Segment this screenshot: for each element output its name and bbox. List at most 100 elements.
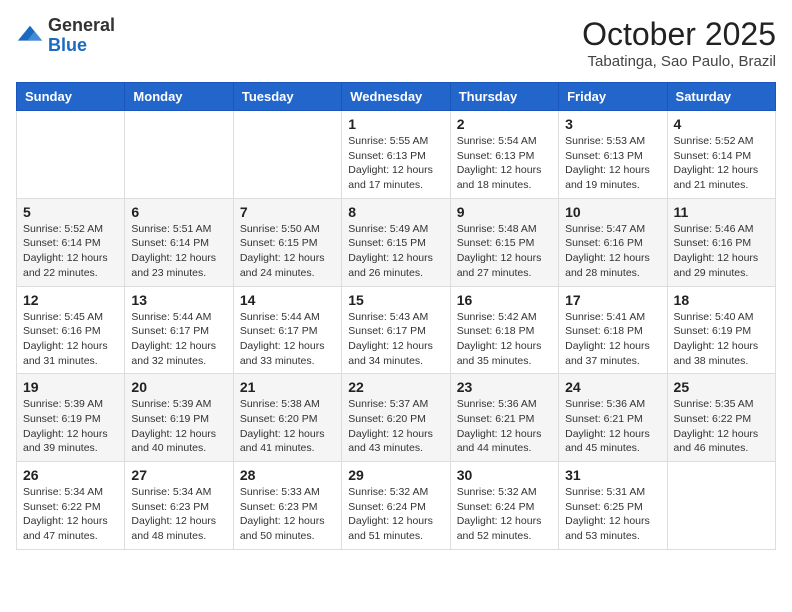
day-info: Sunrise: 5:46 AM Sunset: 6:16 PM Dayligh… xyxy=(674,222,769,281)
day-number: 6 xyxy=(131,204,226,220)
calendar-cell xyxy=(667,462,775,550)
day-number: 15 xyxy=(348,292,443,308)
day-info: Sunrise: 5:34 AM Sunset: 6:22 PM Dayligh… xyxy=(23,485,118,544)
day-number: 28 xyxy=(240,467,335,483)
day-info: Sunrise: 5:35 AM Sunset: 6:22 PM Dayligh… xyxy=(674,397,769,456)
calendar-cell: 29 Sunrise: 5:32 AM Sunset: 6:24 PM Dayli… xyxy=(342,462,450,550)
day-info: Sunrise: 5:32 AM Sunset: 6:24 PM Dayligh… xyxy=(457,485,552,544)
day-info: Sunrise: 5:36 AM Sunset: 6:21 PM Dayligh… xyxy=(565,397,660,456)
calendar-cell: 6 Sunrise: 5:51 AM Sunset: 6:14 PM Daylig… xyxy=(125,198,233,286)
calendar-cell: 8 Sunrise: 5:49 AM Sunset: 6:15 PM Daylig… xyxy=(342,198,450,286)
calendar-week-row: 19 Sunrise: 5:39 AM Sunset: 6:19 PM Dayli… xyxy=(17,374,776,462)
day-info: Sunrise: 5:39 AM Sunset: 6:19 PM Dayligh… xyxy=(23,397,118,456)
month-title: October 2025 xyxy=(582,16,776,53)
day-number: 2 xyxy=(457,116,552,132)
day-info: Sunrise: 5:52 AM Sunset: 6:14 PM Dayligh… xyxy=(674,134,769,193)
day-number: 1 xyxy=(348,116,443,132)
calendar-cell: 4 Sunrise: 5:52 AM Sunset: 6:14 PM Daylig… xyxy=(667,111,775,199)
day-info: Sunrise: 5:50 AM Sunset: 6:15 PM Dayligh… xyxy=(240,222,335,281)
weekday-header: Thursday xyxy=(450,83,558,111)
day-number: 27 xyxy=(131,467,226,483)
day-info: Sunrise: 5:44 AM Sunset: 6:17 PM Dayligh… xyxy=(240,310,335,369)
day-number: 24 xyxy=(565,379,660,395)
day-info: Sunrise: 5:33 AM Sunset: 6:23 PM Dayligh… xyxy=(240,485,335,544)
logo-general: General xyxy=(48,16,115,36)
logo: General Blue xyxy=(16,16,115,56)
day-number: 9 xyxy=(457,204,552,220)
day-info: Sunrise: 5:47 AM Sunset: 6:16 PM Dayligh… xyxy=(565,222,660,281)
calendar-cell: 31 Sunrise: 5:31 AM Sunset: 6:25 PM Dayli… xyxy=(559,462,667,550)
day-info: Sunrise: 5:52 AM Sunset: 6:14 PM Dayligh… xyxy=(23,222,118,281)
day-number: 30 xyxy=(457,467,552,483)
weekday-header: Monday xyxy=(125,83,233,111)
calendar-week-row: 26 Sunrise: 5:34 AM Sunset: 6:22 PM Dayli… xyxy=(17,462,776,550)
day-info: Sunrise: 5:43 AM Sunset: 6:17 PM Dayligh… xyxy=(348,310,443,369)
day-info: Sunrise: 5:36 AM Sunset: 6:21 PM Dayligh… xyxy=(457,397,552,456)
day-info: Sunrise: 5:32 AM Sunset: 6:24 PM Dayligh… xyxy=(348,485,443,544)
calendar-cell xyxy=(233,111,341,199)
day-info: Sunrise: 5:45 AM Sunset: 6:16 PM Dayligh… xyxy=(23,310,118,369)
day-number: 29 xyxy=(348,467,443,483)
day-info: Sunrise: 5:41 AM Sunset: 6:18 PM Dayligh… xyxy=(565,310,660,369)
day-number: 11 xyxy=(674,204,769,220)
day-info: Sunrise: 5:49 AM Sunset: 6:15 PM Dayligh… xyxy=(348,222,443,281)
calendar-cell xyxy=(17,111,125,199)
calendar-cell: 20 Sunrise: 5:39 AM Sunset: 6:19 PM Dayli… xyxy=(125,374,233,462)
day-number: 8 xyxy=(348,204,443,220)
calendar-cell: 23Sunrise: 5:36 AM Sunset: 6:21 PM Dayli… xyxy=(450,374,558,462)
calendar-cell: 25 Sunrise: 5:35 AM Sunset: 6:22 PM Dayli… xyxy=(667,374,775,462)
day-number: 26 xyxy=(23,467,118,483)
day-number: 16 xyxy=(457,292,552,308)
calendar-cell: 11 Sunrise: 5:46 AM Sunset: 6:16 PM Dayli… xyxy=(667,198,775,286)
calendar-cell: 28 Sunrise: 5:33 AM Sunset: 6:23 PM Dayli… xyxy=(233,462,341,550)
calendar-cell: 14Sunrise: 5:44 AM Sunset: 6:17 PM Dayli… xyxy=(233,286,341,374)
calendar-header-row: SundayMondayTuesdayWednesdayThursdayFrid… xyxy=(17,83,776,111)
logo-text: General Blue xyxy=(48,16,115,56)
logo-icon xyxy=(16,22,44,50)
calendar-week-row: 12Sunrise: 5:45 AM Sunset: 6:16 PM Dayli… xyxy=(17,286,776,374)
calendar-cell: 17 Sunrise: 5:41 AM Sunset: 6:18 PM Dayli… xyxy=(559,286,667,374)
day-info: Sunrise: 5:55 AM Sunset: 6:13 PM Dayligh… xyxy=(348,134,443,193)
day-info: Sunrise: 5:39 AM Sunset: 6:19 PM Dayligh… xyxy=(131,397,226,456)
calendar-table: SundayMondayTuesdayWednesdayThursdayFrid… xyxy=(16,82,776,550)
calendar-cell: 24 Sunrise: 5:36 AM Sunset: 6:21 PM Dayli… xyxy=(559,374,667,462)
day-number: 17 xyxy=(565,292,660,308)
day-number: 4 xyxy=(674,116,769,132)
weekday-header: Wednesday xyxy=(342,83,450,111)
calendar-cell: 5Sunrise: 5:52 AM Sunset: 6:14 PM Daylig… xyxy=(17,198,125,286)
day-number: 19 xyxy=(23,379,118,395)
day-number: 10 xyxy=(565,204,660,220)
day-info: Sunrise: 5:34 AM Sunset: 6:23 PM Dayligh… xyxy=(131,485,226,544)
day-info: Sunrise: 5:44 AM Sunset: 6:17 PM Dayligh… xyxy=(131,310,226,369)
weekday-header: Tuesday xyxy=(233,83,341,111)
calendar-cell: 10 Sunrise: 5:47 AM Sunset: 6:16 PM Dayli… xyxy=(559,198,667,286)
calendar-week-row: 1 Sunrise: 5:55 AM Sunset: 6:13 PM Daylig… xyxy=(17,111,776,199)
day-number: 20 xyxy=(131,379,226,395)
day-number: 18 xyxy=(674,292,769,308)
calendar-cell: 15 Sunrise: 5:43 AM Sunset: 6:17 PM Dayli… xyxy=(342,286,450,374)
calendar-cell: 2 Sunrise: 5:54 AM Sunset: 6:13 PM Daylig… xyxy=(450,111,558,199)
day-number: 25 xyxy=(674,379,769,395)
calendar-cell: 27 Sunrise: 5:34 AM Sunset: 6:23 PM Dayli… xyxy=(125,462,233,550)
day-info: Sunrise: 5:37 AM Sunset: 6:20 PM Dayligh… xyxy=(348,397,443,456)
day-info: Sunrise: 5:51 AM Sunset: 6:14 PM Dayligh… xyxy=(131,222,226,281)
calendar-cell: 3 Sunrise: 5:53 AM Sunset: 6:13 PM Daylig… xyxy=(559,111,667,199)
location-subtitle: Tabatinga, Sao Paulo, Brazil xyxy=(582,53,776,70)
calendar-cell: 12Sunrise: 5:45 AM Sunset: 6:16 PM Dayli… xyxy=(17,286,125,374)
day-number: 7 xyxy=(240,204,335,220)
calendar-cell: 1 Sunrise: 5:55 AM Sunset: 6:13 PM Daylig… xyxy=(342,111,450,199)
weekday-header: Friday xyxy=(559,83,667,111)
calendar-cell: 22 Sunrise: 5:37 AM Sunset: 6:20 PM Dayli… xyxy=(342,374,450,462)
calendar-cell: 18Sunrise: 5:40 AM Sunset: 6:19 PM Dayli… xyxy=(667,286,775,374)
calendar-cell: 16Sunrise: 5:42 AM Sunset: 6:18 PM Dayli… xyxy=(450,286,558,374)
day-number: 3 xyxy=(565,116,660,132)
weekday-header: Saturday xyxy=(667,83,775,111)
day-number: 22 xyxy=(348,379,443,395)
day-info: Sunrise: 5:53 AM Sunset: 6:13 PM Dayligh… xyxy=(565,134,660,193)
day-number: 31 xyxy=(565,467,660,483)
calendar-cell: 9Sunrise: 5:48 AM Sunset: 6:15 PM Daylig… xyxy=(450,198,558,286)
day-info: Sunrise: 5:31 AM Sunset: 6:25 PM Dayligh… xyxy=(565,485,660,544)
day-info: Sunrise: 5:54 AM Sunset: 6:13 PM Dayligh… xyxy=(457,134,552,193)
day-info: Sunrise: 5:38 AM Sunset: 6:20 PM Dayligh… xyxy=(240,397,335,456)
calendar-cell: 13Sunrise: 5:44 AM Sunset: 6:17 PM Dayli… xyxy=(125,286,233,374)
